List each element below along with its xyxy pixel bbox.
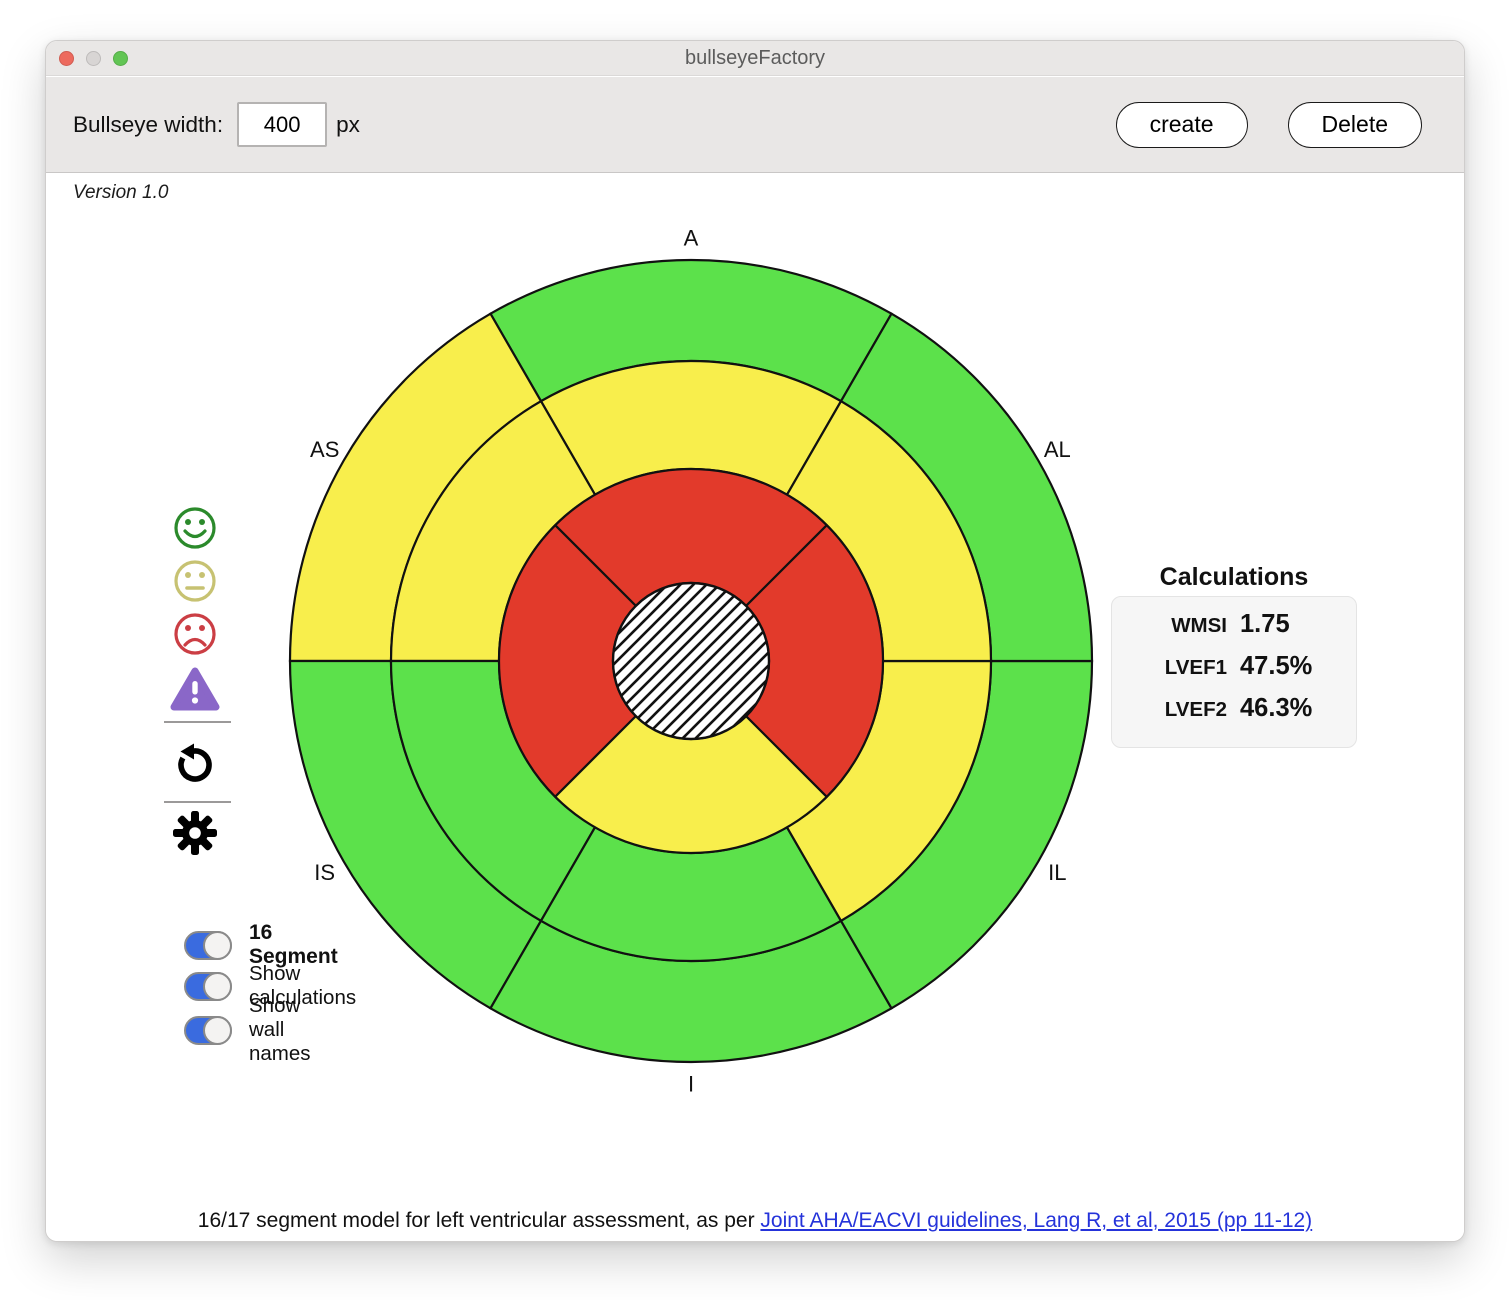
traffic-lights bbox=[59, 51, 128, 66]
footer-note: 16/17 segment model for left ventricular… bbox=[46, 1209, 1464, 1233]
version-label: Version 1.0 bbox=[73, 182, 168, 204]
calc-row-wmsi: WMSI 1.75 bbox=[1112, 610, 1356, 652]
wall-label-A: A bbox=[684, 226, 699, 251]
toggle-row-16-segment: 16 Segment bbox=[184, 927, 338, 963]
calculations-title: Calculations bbox=[1111, 563, 1357, 592]
footer-text: 16/17 segment model for left ventricular… bbox=[198, 1209, 761, 1232]
close-window-button[interactable] bbox=[59, 51, 74, 66]
wall-label-I: I bbox=[688, 1072, 694, 1097]
show-wall-names-toggle[interactable] bbox=[184, 1016, 232, 1045]
app-window: bullseyeFactory Bullseye width: px creat… bbox=[45, 40, 1465, 1242]
divider bbox=[164, 801, 231, 803]
wall-label-AS: AS bbox=[310, 437, 339, 462]
toggle-knob[interactable] bbox=[203, 931, 232, 960]
calc-row-lvef1: LVEF1 47.5% bbox=[1112, 652, 1356, 694]
lvef2-value: 46.3% bbox=[1240, 694, 1312, 723]
apex-segment-hatched bbox=[613, 583, 769, 739]
calc-row-lvef2: LVEF2 46.3% bbox=[1112, 694, 1356, 736]
smiley-happy-icon[interactable] bbox=[172, 505, 218, 551]
bullseye-width-input[interactable] bbox=[237, 102, 327, 147]
zoom-window-button[interactable] bbox=[113, 51, 128, 66]
show-calculations-toggle[interactable] bbox=[184, 972, 232, 1001]
lvef2-label: LVEF2 bbox=[1112, 698, 1227, 722]
warning-triangle-icon[interactable] bbox=[170, 667, 220, 711]
title-bar: bullseyeFactory bbox=[46, 41, 1464, 76]
wall-label-IL: IL bbox=[1048, 860, 1066, 885]
gear-icon[interactable] bbox=[172, 810, 218, 856]
lvef1-value: 47.5% bbox=[1240, 652, 1312, 681]
wmsi-label: WMSI bbox=[1112, 614, 1227, 638]
calculations-panel: WMSI 1.75 LVEF1 47.5% LVEF2 46.3% bbox=[1111, 596, 1357, 748]
delete-button[interactable]: Delete bbox=[1288, 102, 1422, 148]
bullseye-svg: A AL IL I IS AS bbox=[251, 221, 1131, 1101]
guidelines-link[interactable]: Joint AHA/EACVI guidelines, Lang R, et a… bbox=[760, 1209, 1312, 1232]
wall-label-AL: AL bbox=[1044, 437, 1071, 462]
wmsi-value: 1.75 bbox=[1240, 610, 1290, 639]
toggle-row-show-wall-names: Show wall names bbox=[184, 1012, 311, 1048]
undo-icon[interactable] bbox=[172, 740, 218, 786]
minimize-window-button[interactable] bbox=[86, 51, 101, 66]
divider bbox=[164, 721, 231, 723]
smiley-neutral-icon[interactable] bbox=[172, 558, 218, 604]
wall-label-IS: IS bbox=[314, 860, 335, 885]
lvef1-label: LVEF1 bbox=[1112, 656, 1227, 680]
segment-mode-toggle[interactable] bbox=[184, 931, 232, 960]
smiley-sad-icon[interactable] bbox=[172, 611, 218, 657]
window-title: bullseyeFactory bbox=[685, 47, 825, 70]
px-unit-label: px bbox=[336, 112, 360, 138]
bullseye-diagram: A AL IL I IS AS bbox=[251, 221, 1131, 1101]
toolbar: Bullseye width: px create Delete bbox=[46, 77, 1464, 173]
content-area: Version 1.0 A AL IL I IS AS bbox=[46, 174, 1464, 1241]
bullseye-width-label: Bullseye width: bbox=[73, 112, 223, 138]
create-button[interactable]: create bbox=[1116, 102, 1248, 148]
toggle-knob[interactable] bbox=[203, 972, 232, 1001]
toggle-label: Show wall names bbox=[249, 994, 311, 1066]
toggle-knob[interactable] bbox=[203, 1016, 232, 1045]
